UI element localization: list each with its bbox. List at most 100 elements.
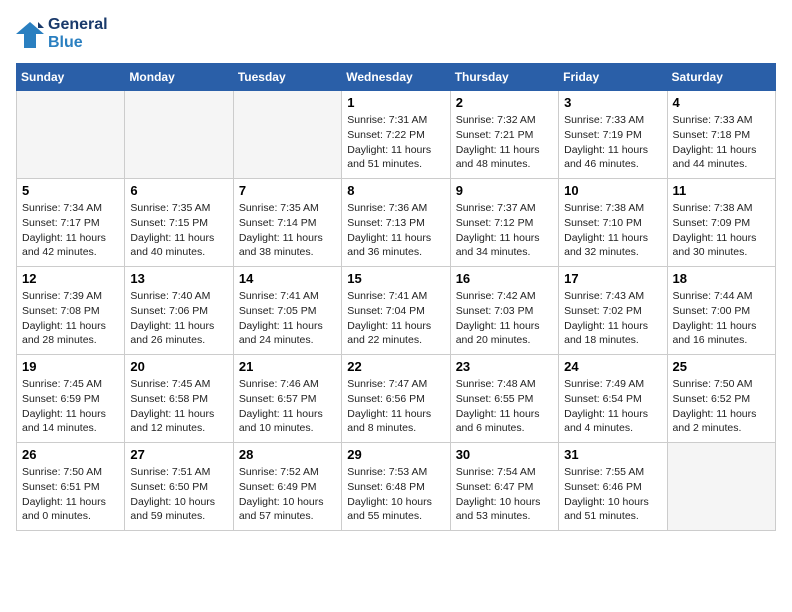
- day-number: 27: [130, 447, 227, 462]
- calendar-cell: 4Sunrise: 7:33 AM Sunset: 7:18 PM Daylig…: [667, 91, 775, 179]
- logo-blue-text: Blue: [48, 34, 108, 52]
- day-number: 18: [673, 271, 770, 286]
- day-info: Sunrise: 7:46 AM Sunset: 6:57 PM Dayligh…: [239, 377, 336, 436]
- day-info: Sunrise: 7:50 AM Sunset: 6:51 PM Dayligh…: [22, 465, 119, 524]
- day-number: 10: [564, 183, 661, 198]
- calendar-cell: 13 Sunrise: 7:40 AM Sunset: 7:06 PM Dayli…: [125, 267, 233, 355]
- page-header: General Blue: [16, 16, 776, 51]
- day-number: 2: [456, 95, 553, 110]
- day-number: 30: [456, 447, 553, 462]
- logo-general-text: General: [48, 16, 108, 34]
- day-info: Sunrise: 7:50 AM Sunset: 6:52 PM Dayligh…: [673, 377, 770, 436]
- calendar-header-row: SundayMondayTuesdayWednesdayThursdayFrid…: [17, 64, 776, 91]
- day-info: Sunrise: 7:48 AM Sunset: 6:55 PM Dayligh…: [456, 377, 553, 436]
- day-info: Sunrise: 7:38 AM Sunset: 7:10 PM Dayligh…: [564, 201, 661, 260]
- calendar-cell: 25 Sunrise: 7:50 AM Sunset: 6:52 PM Dayli…: [667, 355, 775, 443]
- day-number: 14: [239, 271, 336, 286]
- day-number: 28: [239, 447, 336, 462]
- calendar-cell: [17, 91, 125, 179]
- day-info: Sunrise: 7:45 AM Sunset: 6:59 PM Dayligh…: [22, 377, 119, 436]
- calendar-cell: 12Sunrise: 7:39 AM Sunset: 7:08 PM Dayli…: [17, 267, 125, 355]
- day-info: Sunrise: 7:45 AM Sunset: 6:58 PM Dayligh…: [130, 377, 227, 436]
- day-number: 16: [456, 271, 553, 286]
- logo-text-block: General Blue: [48, 16, 108, 51]
- day-number: 13: [130, 271, 227, 286]
- calendar-cell: [233, 91, 341, 179]
- calendar-cell: 1Sunrise: 7:31 AM Sunset: 7:22 PM Daylig…: [342, 91, 450, 179]
- day-number: 5: [22, 183, 119, 198]
- day-info: Sunrise: 7:51 AM Sunset: 6:50 PM Dayligh…: [130, 465, 227, 524]
- day-number: 31: [564, 447, 661, 462]
- day-info: Sunrise: 7:44 AM Sunset: 7:00 PM Dayligh…: [673, 289, 770, 348]
- day-info: Sunrise: 7:36 AM Sunset: 7:13 PM Dayligh…: [347, 201, 444, 260]
- day-info: Sunrise: 7:47 AM Sunset: 6:56 PM Dayligh…: [347, 377, 444, 436]
- calendar-cell: 9Sunrise: 7:37 AM Sunset: 7:12 PM Daylig…: [450, 179, 558, 267]
- calendar-cell: 10 Sunrise: 7:38 AM Sunset: 7:10 PM Dayli…: [559, 179, 667, 267]
- calendar-cell: 31 Sunrise: 7:55 AM Sunset: 6:46 PM Dayli…: [559, 443, 667, 531]
- day-number: 19: [22, 359, 119, 374]
- calendar-cell: 17Sunrise: 7:43 AM Sunset: 7:02 PM Dayli…: [559, 267, 667, 355]
- day-number: 3: [564, 95, 661, 110]
- day-number: 1: [347, 95, 444, 110]
- day-info: Sunrise: 7:35 AM Sunset: 7:15 PM Dayligh…: [130, 201, 227, 260]
- calendar-cell: 15Sunrise: 7:41 AM Sunset: 7:04 PM Dayli…: [342, 267, 450, 355]
- calendar-cell: 24 Sunrise: 7:49 AM Sunset: 6:54 PM Dayli…: [559, 355, 667, 443]
- day-number: 15: [347, 271, 444, 286]
- calendar-cell: 16Sunrise: 7:42 AM Sunset: 7:03 PM Dayli…: [450, 267, 558, 355]
- day-info: Sunrise: 7:49 AM Sunset: 6:54 PM Dayligh…: [564, 377, 661, 436]
- calendar-cell: 30 Sunrise: 7:54 AM Sunset: 6:47 PM Dayli…: [450, 443, 558, 531]
- calendar-cell: 18 Sunrise: 7:44 AM Sunset: 7:00 PM Dayli…: [667, 267, 775, 355]
- day-info: Sunrise: 7:41 AM Sunset: 7:05 PM Dayligh…: [239, 289, 336, 348]
- weekday-header-thursday: Thursday: [450, 64, 558, 91]
- weekday-header-monday: Monday: [125, 64, 233, 91]
- calendar-table: SundayMondayTuesdayWednesdayThursdayFrid…: [16, 63, 776, 531]
- weekday-header-friday: Friday: [559, 64, 667, 91]
- calendar-cell: 7Sunrise: 7:35 AM Sunset: 7:14 PM Daylig…: [233, 179, 341, 267]
- weekday-header-wednesday: Wednesday: [342, 64, 450, 91]
- day-info: Sunrise: 7:40 AM Sunset: 7:06 PM Dayligh…: [130, 289, 227, 348]
- calendar-cell: 5 Sunrise: 7:34 AM Sunset: 7:17 PM Daylig…: [17, 179, 125, 267]
- weekday-header-sunday: Sunday: [17, 64, 125, 91]
- calendar-cell: 20 Sunrise: 7:45 AM Sunset: 6:58 PM Dayli…: [125, 355, 233, 443]
- calendar-cell: 28 Sunrise: 7:52 AM Sunset: 6:49 PM Dayli…: [233, 443, 341, 531]
- calendar-cell: 29 Sunrise: 7:53 AM Sunset: 6:48 PM Dayli…: [342, 443, 450, 531]
- calendar-cell: 21 Sunrise: 7:46 AM Sunset: 6:57 PM Dayli…: [233, 355, 341, 443]
- calendar-week-row: 26 Sunrise: 7:50 AM Sunset: 6:51 PM Dayli…: [17, 443, 776, 531]
- calendar-cell: 26 Sunrise: 7:50 AM Sunset: 6:51 PM Dayli…: [17, 443, 125, 531]
- calendar-week-row: 19 Sunrise: 7:45 AM Sunset: 6:59 PM Dayli…: [17, 355, 776, 443]
- day-info: Sunrise: 7:43 AM Sunset: 7:02 PM Dayligh…: [564, 289, 661, 348]
- calendar-cell: [667, 443, 775, 531]
- day-info: Sunrise: 7:34 AM Sunset: 7:17 PM Dayligh…: [22, 201, 119, 260]
- day-info: Sunrise: 7:54 AM Sunset: 6:47 PM Dayligh…: [456, 465, 553, 524]
- calendar-week-row: 1Sunrise: 7:31 AM Sunset: 7:22 PM Daylig…: [17, 91, 776, 179]
- day-number: 11: [673, 183, 770, 198]
- calendar-cell: 8 Sunrise: 7:36 AM Sunset: 7:13 PM Daylig…: [342, 179, 450, 267]
- calendar-cell: 11 Sunrise: 7:38 AM Sunset: 7:09 PM Dayli…: [667, 179, 775, 267]
- calendar-cell: 23Sunrise: 7:48 AM Sunset: 6:55 PM Dayli…: [450, 355, 558, 443]
- logo-container: General Blue: [16, 16, 108, 51]
- logo-bird-icon: [16, 20, 44, 48]
- weekday-header-tuesday: Tuesday: [233, 64, 341, 91]
- calendar-week-row: 12Sunrise: 7:39 AM Sunset: 7:08 PM Dayli…: [17, 267, 776, 355]
- day-info: Sunrise: 7:38 AM Sunset: 7:09 PM Dayligh…: [673, 201, 770, 260]
- day-number: 21: [239, 359, 336, 374]
- day-number: 7: [239, 183, 336, 198]
- day-number: 25: [673, 359, 770, 374]
- day-info: Sunrise: 7:53 AM Sunset: 6:48 PM Dayligh…: [347, 465, 444, 524]
- weekday-header-saturday: Saturday: [667, 64, 775, 91]
- calendar-cell: 14 Sunrise: 7:41 AM Sunset: 7:05 PM Dayli…: [233, 267, 341, 355]
- day-number: 9: [456, 183, 553, 198]
- day-number: 20: [130, 359, 227, 374]
- logo: General Blue: [16, 16, 108, 51]
- day-number: 26: [22, 447, 119, 462]
- day-info: Sunrise: 7:55 AM Sunset: 6:46 PM Dayligh…: [564, 465, 661, 524]
- day-number: 6: [130, 183, 227, 198]
- day-number: 8: [347, 183, 444, 198]
- day-number: 24: [564, 359, 661, 374]
- day-number: 4: [673, 95, 770, 110]
- calendar-cell: 19 Sunrise: 7:45 AM Sunset: 6:59 PM Dayli…: [17, 355, 125, 443]
- calendar-cell: [125, 91, 233, 179]
- calendar-week-row: 5 Sunrise: 7:34 AM Sunset: 7:17 PM Daylig…: [17, 179, 776, 267]
- day-info: Sunrise: 7:52 AM Sunset: 6:49 PM Dayligh…: [239, 465, 336, 524]
- day-number: 29: [347, 447, 444, 462]
